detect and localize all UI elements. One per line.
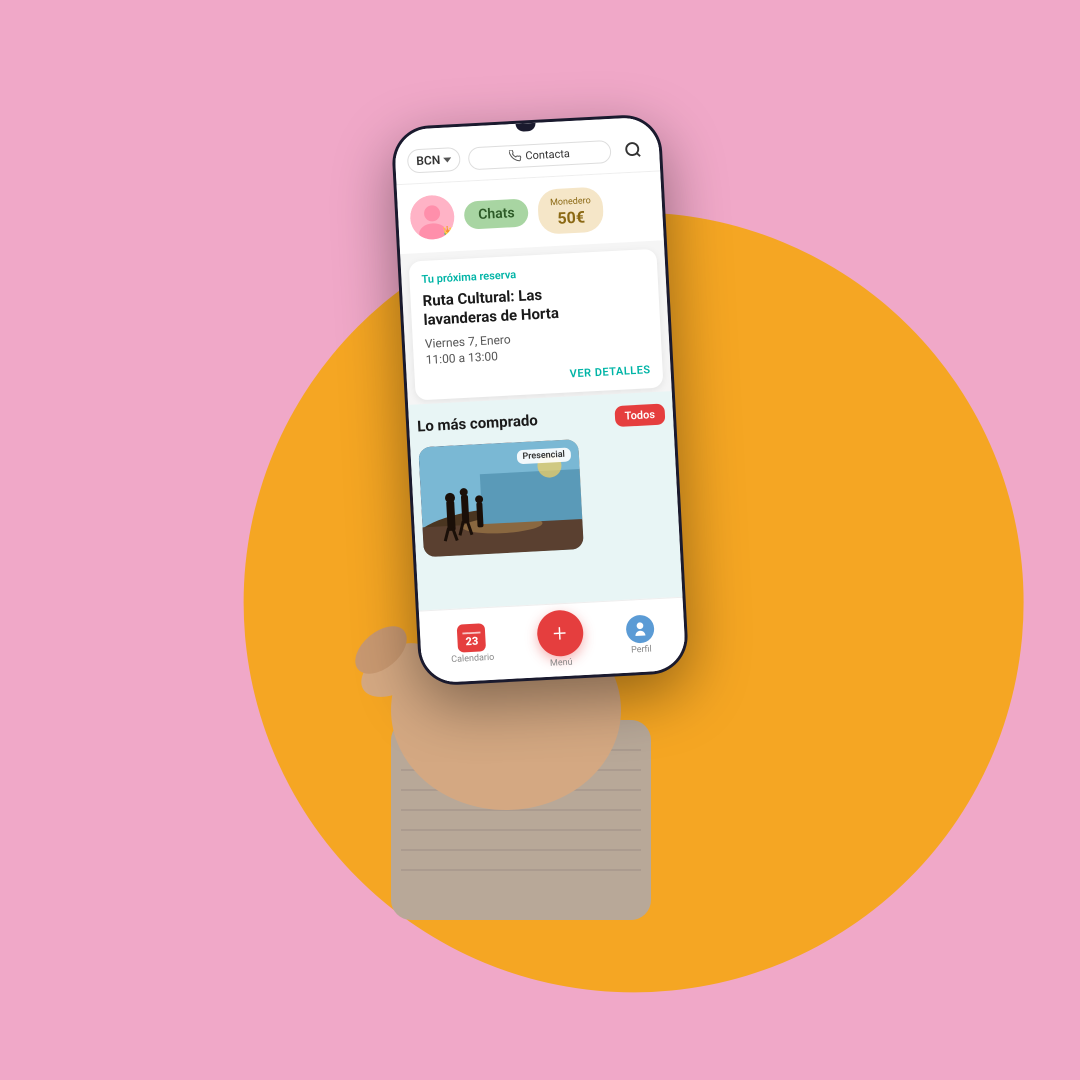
contact-button[interactable]: Contacta <box>468 139 612 169</box>
phone-screen: BCN Contacta <box>394 116 687 683</box>
phone-icon <box>509 150 522 163</box>
plus-icon: + <box>552 621 567 646</box>
nav-item-calendar[interactable]: ▬▬▬ 23 Calendario <box>449 623 494 665</box>
calendar-label: Calendario <box>451 653 494 665</box>
presencial-badge: Presencial <box>516 447 571 464</box>
contact-button-label: Contacta <box>525 147 570 162</box>
calendar-date: 23 <box>465 636 478 648</box>
profile-icon <box>630 619 651 640</box>
mas-comprado-section: Lo más comprado Todos <box>408 391 682 611</box>
avatar-image: 👑 <box>409 195 455 241</box>
scene: BCN Contacta <box>0 0 1080 1080</box>
profile-label: Perfil <box>631 645 652 656</box>
phone-device: BCN Contacta <box>391 113 690 686</box>
search-icon <box>624 140 643 159</box>
svg-text:👑: 👑 <box>443 226 456 241</box>
section-title: Lo más comprado <box>417 412 538 436</box>
location-badge[interactable]: BCN <box>407 147 461 174</box>
phone-body: BCN Contacta <box>391 113 690 686</box>
ver-detalles-link[interactable]: VER DETALLES <box>427 363 651 388</box>
chats-label: Chats <box>478 206 515 224</box>
search-button[interactable] <box>618 135 647 164</box>
event-title: Ruta Cultural: Las lavanderas de Horta <box>422 280 648 331</box>
reservation-card: Tu próxima reserva Ruta Cultural: Las la… <box>409 249 664 401</box>
profile-nav-icon <box>626 614 655 643</box>
avatar: 👑 <box>409 195 455 241</box>
chevron-down-icon <box>443 157 451 162</box>
activity-image: Presencial <box>418 439 584 557</box>
bottom-nav: ▬▬▬ 23 Calendario + Menú <box>419 597 686 684</box>
location-text: BCN <box>416 153 441 168</box>
phone-hand-scene: BCN Contacta <box>330 100 750 920</box>
todos-button[interactable]: Todos <box>614 403 665 427</box>
monedero-amount: 50€ <box>550 207 592 228</box>
monedero-label: Monedero <box>550 196 591 208</box>
profile-section: 👑 Chats Monedero 50€ <box>397 171 664 254</box>
activity-card[interactable]: Presencial <box>418 439 584 557</box>
calendar-icon: ▬▬▬ 23 <box>457 623 486 652</box>
add-button[interactable]: + <box>536 609 584 657</box>
menu-label: Menú <box>550 658 573 669</box>
chats-pill[interactable]: Chats <box>464 199 530 230</box>
nav-item-profile[interactable]: Perfil <box>626 614 656 655</box>
section-header: Lo más comprado Todos <box>417 403 666 437</box>
nav-item-menu[interactable]: + Menú <box>536 609 585 669</box>
phone-screen-container: BCN Contacta <box>394 116 687 683</box>
monedero-pill[interactable]: Monedero 50€ <box>537 186 604 234</box>
